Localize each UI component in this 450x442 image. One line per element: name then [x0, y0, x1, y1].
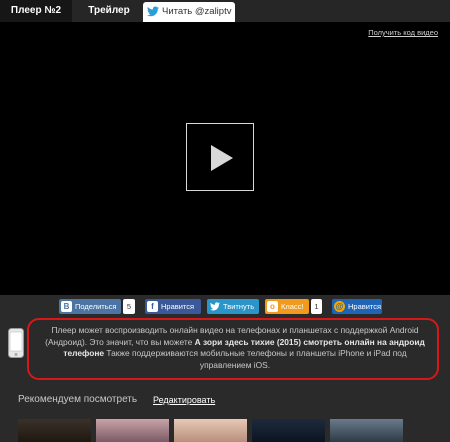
recommend-edit-link[interactable]: Редактировать	[153, 395, 215, 405]
player-tabs: Плеер №2 Трейлер Читать @zaliptv	[0, 0, 450, 22]
recommend-heading: Рекомендуем посмотреть	[18, 394, 138, 405]
odnoklassniki-icon: о	[267, 301, 278, 312]
twitter-follow-label: Читать @zaliptv	[162, 6, 232, 17]
recommended-thumbnail[interactable]	[18, 419, 91, 442]
tab-player-2[interactable]: Плеер №2	[0, 0, 72, 22]
recommended-thumbnail[interactable]	[252, 419, 325, 442]
recommended-thumbnail[interactable]	[330, 419, 403, 442]
get-embed-code-link[interactable]: Получить код видео	[368, 28, 438, 37]
facebook-like-button[interactable]: f Нравится	[145, 299, 201, 314]
social-share-bar: В Поделиться 5 f Нравится Твитнуть о Кла…	[0, 295, 450, 319]
notice-text: Плеер может воспроизводить онлайн видео …	[45, 325, 425, 370]
mailru-icon: @	[334, 301, 345, 312]
play-button[interactable]	[186, 123, 254, 191]
vk-share-button[interactable]: В Поделиться	[59, 299, 121, 314]
video-player[interactable]: Получить код видео	[0, 22, 450, 295]
odnoklassniki-class-count: 1	[311, 299, 322, 314]
twitter-tweet-button[interactable]: Твитнуть	[207, 299, 259, 314]
vk-icon: В	[61, 301, 72, 312]
mailru-like-button[interactable]: @ Нравится	[332, 299, 382, 314]
phone-icon	[8, 328, 24, 358]
facebook-icon: f	[147, 301, 158, 312]
facebook-like-label: Нравится	[161, 302, 195, 311]
android-support-notice: Плеер может воспроизводить онлайн видео …	[27, 318, 439, 380]
odnoklassniki-class-button[interactable]: о Класс!	[265, 299, 309, 314]
recommended-thumbnail[interactable]	[174, 419, 247, 442]
twitter-follow-button[interactable]: Читать @zaliptv	[143, 2, 235, 22]
odnoklassniki-class-label: Класс!	[281, 302, 304, 311]
play-icon	[211, 145, 233, 171]
twitter-icon	[147, 6, 159, 17]
recommended-thumbnail[interactable]	[96, 419, 169, 442]
vk-share-label: Поделиться	[75, 302, 117, 311]
twitter-icon	[210, 302, 220, 311]
vk-share-count: 5	[123, 299, 135, 314]
mailru-like-label: Нравится	[348, 302, 382, 311]
twitter-tweet-label: Твитнуть	[223, 302, 255, 311]
tab-trailer[interactable]: Трейлер	[78, 0, 140, 22]
